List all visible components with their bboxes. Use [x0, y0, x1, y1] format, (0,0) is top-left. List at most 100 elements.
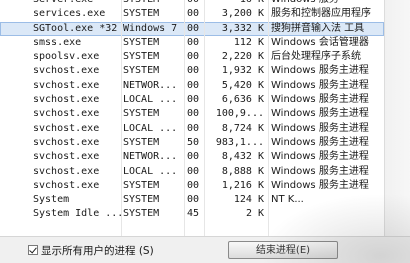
process-name: services.exe: [33, 8, 106, 20]
vertical-scrollbar[interactable]: [384, 0, 410, 236]
process-name: svchost.exe: [33, 165, 100, 177]
task-manager-window: Server.exe SYSTEM 00 16 K Windows 服务 ser…: [0, 0, 410, 263]
checkbox-checked-icon[interactable]: [28, 245, 38, 255]
process-name: System: [33, 194, 70, 206]
process-row[interactable]: svchost.exe LOCAL ... 00 8,724 K Windows 服务主…: [0, 122, 384, 136]
end-process-button[interactable]: 结束进程(E): [228, 241, 338, 259]
process-memory: 1,932 K: [221, 65, 264, 77]
process-description: 后台处理程序子系统: [271, 51, 361, 63]
process-cpu: 00: [187, 165, 200, 177]
process-description: [271, 207, 384, 221]
process-name: svchost.exe: [33, 79, 100, 91]
process-cpu: 00: [187, 151, 200, 163]
process-cpu: 00: [187, 108, 200, 120]
process-user: SYSTEM: [123, 8, 160, 20]
process-row[interactable]: svchost.exe NETWOR... 00 8,432 K Windows 服务主…: [0, 150, 384, 164]
process-row[interactable]: smss.exe SYSTEM 00 112 K Windows 会话管理器: [0, 36, 384, 50]
process-user: SYSTEM: [123, 179, 160, 191]
show-all-users-checkbox[interactable]: 显示所有用户的进程 (S): [28, 243, 154, 257]
process-memory: 8,724 K: [221, 122, 264, 134]
task-manager-footer: 显示所有用户的进程 (S) 结束进程(E): [0, 236, 410, 263]
process-memory: 1,216 K: [221, 179, 264, 191]
process-memory: 2 K: [245, 208, 264, 220]
show-all-users-label: 显示所有用户的进程 (S): [41, 244, 154, 257]
process-cpu: 00: [187, 65, 200, 77]
process-description: NT K...: [271, 194, 304, 206]
process-name: SGTool.exe *32: [33, 22, 118, 34]
process-user: SYSTEM: [123, 51, 160, 63]
process-row[interactable]: svchost.exe SYSTEM 00 100,9... Windows 服务主进程: [0, 107, 384, 121]
process-cpu: 00: [187, 194, 200, 206]
process-user: Windows 7: [123, 22, 178, 34]
process-description: Windows 服务主进程: [271, 179, 369, 191]
process-cpu: 00: [187, 51, 200, 63]
process-row[interactable]: services.exe SYSTEM 00 3,200 K 服务和控制器应用程序: [0, 7, 384, 21]
process-memory: 112 K: [233, 36, 264, 48]
process-row[interactable]: svchost.exe SYSTEM 00 1,932 K Windows 服务主进程: [0, 64, 384, 78]
process-row[interactable]: svchost.exe NETWOR... 00 5,420 K Windows 服务主…: [0, 79, 384, 93]
process-cpu: 00: [187, 94, 200, 106]
process-user: SYSTEM: [123, 208, 160, 220]
process-description: Windows 服务主进程: [271, 136, 369, 148]
process-cpu: 45: [187, 208, 200, 220]
process-name: svchost.exe: [33, 94, 100, 106]
process-description: Windows 服务主进程: [271, 79, 369, 91]
process-user: LOCAL ...: [123, 94, 178, 106]
process-name: System Idle ...: [33, 208, 121, 220]
process-description: Windows 服务主进程: [271, 94, 369, 106]
process-description: Windows 会话管理器: [271, 36, 369, 48]
process-user: LOCAL ...: [123, 122, 178, 134]
process-description: Windows 服务主进程: [271, 65, 369, 77]
process-memory: 3,200 K: [221, 8, 264, 20]
column-divider: [204, 0, 205, 236]
process-row[interactable]: svchost.exe SYSTEM 00 1,216 K Windows 服务主进程: [0, 179, 384, 193]
process-description: Windows 服务主进程: [271, 151, 369, 163]
process-user: NETWOR...: [123, 79, 178, 91]
process-memory: 3,332 K: [221, 22, 264, 34]
process-memory: 100,9...: [215, 108, 264, 120]
process-name: svchost.exe: [33, 151, 100, 163]
process-name: svchost.exe: [33, 179, 100, 191]
process-row[interactable]: svchost.exe LOCAL ... 00 8,888 K Windows 服务主…: [0, 165, 384, 179]
process-user: SYSTEM: [123, 36, 160, 48]
process-description: Windows 服务主进程: [271, 165, 369, 177]
process-name: spoolsv.exe: [33, 51, 100, 63]
process-row[interactable]: svchost.exe SYSTEM 50 983,1... Windows 服务主进程: [0, 136, 384, 150]
process-cpu: 00: [187, 8, 200, 20]
process-name: svchost.exe: [33, 122, 100, 134]
process-row[interactable]: spoolsv.exe SYSTEM 00 2,220 K 后台处理程序子系统: [0, 50, 384, 64]
process-description: Windows 服务主进程: [271, 122, 369, 134]
process-cpu: 00: [187, 122, 200, 134]
process-row[interactable]: svchost.exe LOCAL ... 00 6,636 K Windows 服务主…: [0, 93, 384, 107]
process-memory: 8,432 K: [221, 151, 264, 163]
process-memory: 6,636 K: [221, 94, 264, 106]
process-row[interactable]: System SYSTEM 00 124 K NT K...: [0, 193, 384, 207]
process-name: svchost.exe: [33, 108, 100, 120]
column-divider: [268, 0, 269, 236]
process-name: svchost.exe: [33, 65, 100, 77]
process-user: SYSTEM: [123, 108, 160, 120]
column-divider: [121, 0, 122, 236]
process-row-partial[interactable]: Server.exe SYSTEM 00 16 K Windows 服务: [0, 0, 384, 7]
process-cpu: 00: [187, 79, 200, 91]
process-user: SYSTEM: [123, 65, 160, 77]
process-description: 搜狗拼音输入法 工具: [271, 22, 365, 34]
process-table: Server.exe SYSTEM 00 16 K Windows 服务 ser…: [0, 0, 384, 222]
process-memory: 5,420 K: [221, 79, 264, 91]
process-user: SYSTEM: [123, 136, 160, 148]
process-row[interactable]: System Idle ... SYSTEM 45 2 K: [0, 207, 384, 221]
process-cpu: 50: [187, 136, 200, 148]
process-description: Windows 服务主进程: [271, 108, 369, 120]
process-name: smss.exe: [33, 36, 82, 48]
column-divider: [184, 0, 185, 236]
process-cpu: 00: [187, 179, 200, 191]
process-row[interactable]: SGTool.exe *32 Windows 7 00 3,332 K 搜狗拼音输入法 …: [0, 21, 384, 36]
process-memory: 2,220 K: [221, 51, 264, 63]
process-description: 服务和控制器应用程序: [271, 8, 371, 20]
process-memory: 8,888 K: [221, 165, 264, 177]
process-user: LOCAL ...: [123, 165, 178, 177]
process-memory: 124 K: [233, 194, 264, 206]
process-name: svchost.exe: [33, 136, 100, 148]
process-cpu: 00: [187, 36, 200, 48]
process-user: NETWOR...: [123, 151, 178, 163]
